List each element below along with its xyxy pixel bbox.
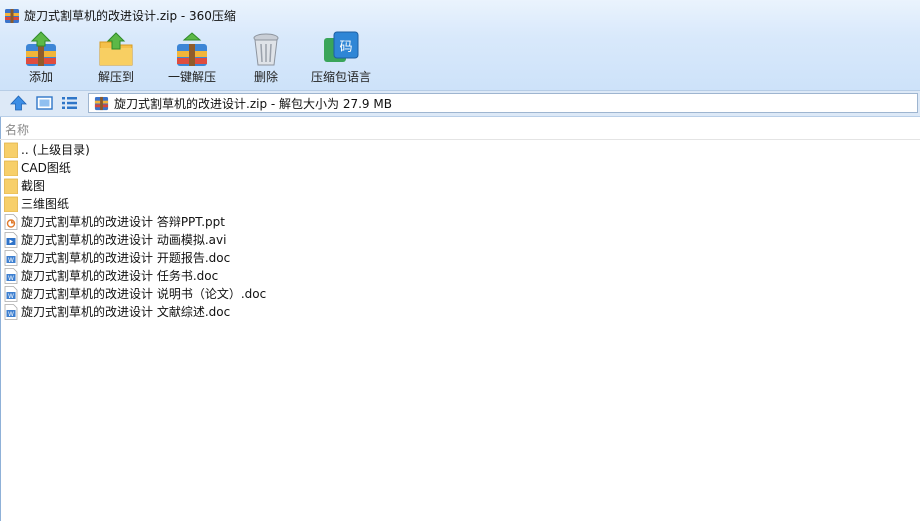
- list-item[interactable]: 三维图纸: [4, 195, 904, 213]
- file-list: 名称 .. (上级目录) CAD图纸 截图 三维图纸 旋刀式割草机的改进设计 答…: [0, 117, 920, 521]
- delete-button[interactable]: 删除: [244, 28, 288, 88]
- video-file-icon: [4, 232, 18, 248]
- ppt-file-icon: [4, 214, 18, 230]
- list-item-name: 旋刀式割草机的改进设计 说明书（论文）.doc: [21, 287, 267, 301]
- thumbnail-view-icon[interactable]: [36, 95, 53, 111]
- one-click-extract-label: 一键解压: [167, 70, 216, 84]
- svg-text:W: W: [8, 311, 14, 318]
- archive-language-label: 压缩包语言: [310, 70, 371, 84]
- list-item-name: 旋刀式割草机的改进设计 答辩PPT.ppt: [21, 215, 225, 229]
- doc-file-icon: W: [4, 286, 18, 302]
- svg-text:W: W: [8, 293, 14, 300]
- svg-text:W: W: [8, 275, 14, 282]
- list-item[interactable]: 截图: [4, 177, 904, 195]
- list-item-name: 三维图纸: [21, 197, 70, 211]
- zip-archive-icon: [94, 96, 109, 111]
- list-item[interactable]: .. (上级目录): [4, 141, 904, 159]
- top-chrome: 旋刀式割草机的改进设计.zip - 360压缩 添加 解压到 一键解压 删除 码…: [0, 0, 920, 91]
- add-archive-icon: [26, 31, 56, 66]
- address-path: 旋刀式割草机的改进设计.zip - 解包大小为 27.9 MB: [114, 97, 392, 111]
- trash-icon: [253, 33, 279, 66]
- doc-file-icon: W: [4, 268, 18, 284]
- language-code-icon: 码: [324, 31, 359, 62]
- list-item[interactable]: W 旋刀式割草机的改进设计 任务书.doc: [4, 267, 904, 285]
- folder-icon: [4, 178, 18, 194]
- list-item-name: 旋刀式割草机的改进设计 开题报告.doc: [21, 251, 231, 265]
- svg-text:W: W: [8, 257, 14, 264]
- list-item-name: 旋刀式割草机的改进设计 文献综述.doc: [21, 305, 231, 319]
- window-title: 旋刀式割草机的改进设计.zip - 360压缩: [24, 9, 236, 23]
- folder-icon: [4, 160, 18, 176]
- list-item[interactable]: 旋刀式割草机的改进设计 动画模拟.avi: [4, 231, 904, 249]
- name-column-header[interactable]: 名称: [5, 121, 29, 138]
- list-item[interactable]: W 旋刀式割草机的改进设计 文献综述.doc: [4, 303, 904, 321]
- address-row: 旋刀式割草机的改进设计.zip - 解包大小为 27.9 MB: [0, 91, 920, 117]
- archive-language-button[interactable]: 码 压缩包语言: [308, 28, 374, 88]
- toolbar: 添加 解压到 一键解压 删除 码 压缩包语言: [0, 28, 920, 90]
- list-item[interactable]: W 旋刀式割草机的改进设计 说明书（论文）.doc: [4, 285, 904, 303]
- title-bar: 旋刀式割草机的改进设计.zip - 360压缩: [0, 0, 920, 26]
- app-window: 旋刀式割草机的改进设计.zip - 360压缩 添加 解压到 一键解压 删除 码…: [0, 0, 920, 521]
- folder-icon: [4, 196, 18, 212]
- one-click-extract-icon: [177, 32, 207, 66]
- address-bar[interactable]: 旋刀式割草机的改进设计.zip - 解包大小为 27.9 MB: [88, 93, 918, 113]
- list-item[interactable]: CAD图纸: [4, 159, 904, 177]
- delete-label: 删除: [253, 70, 278, 84]
- column-header: 名称: [0, 117, 920, 140]
- list-view-icon[interactable]: [61, 95, 78, 111]
- list-item[interactable]: W 旋刀式割草机的改进设计 开题报告.doc: [4, 249, 904, 267]
- doc-file-icon: W: [4, 250, 18, 266]
- svg-text:码: 码: [339, 40, 352, 55]
- extract-to-button[interactable]: 解压到: [93, 28, 139, 88]
- add-button[interactable]: 添加: [18, 28, 64, 88]
- list-item-name: 旋刀式割草机的改进设计 动画模拟.avi: [21, 233, 227, 247]
- one-click-extract-button[interactable]: 一键解压: [163, 28, 221, 88]
- zip-archive-icon: [5, 9, 19, 23]
- extract-folder-icon: [99, 32, 133, 66]
- list-item-name: .. (上级目录): [21, 143, 90, 157]
- extract-to-label: 解压到: [97, 70, 134, 84]
- up-arrow-icon[interactable]: [10, 95, 27, 111]
- list-item-name: 截图: [21, 179, 46, 193]
- doc-file-icon: W: [4, 304, 18, 320]
- folder-icon: [4, 142, 18, 158]
- list-item-name: 旋刀式割草机的改进设计 任务书.doc: [21, 269, 219, 283]
- list-item[interactable]: 旋刀式割草机的改进设计 答辩PPT.ppt: [4, 213, 904, 231]
- add-label: 添加: [28, 70, 53, 84]
- list-item-name: CAD图纸: [21, 161, 71, 175]
- left-border: [0, 117, 1, 521]
